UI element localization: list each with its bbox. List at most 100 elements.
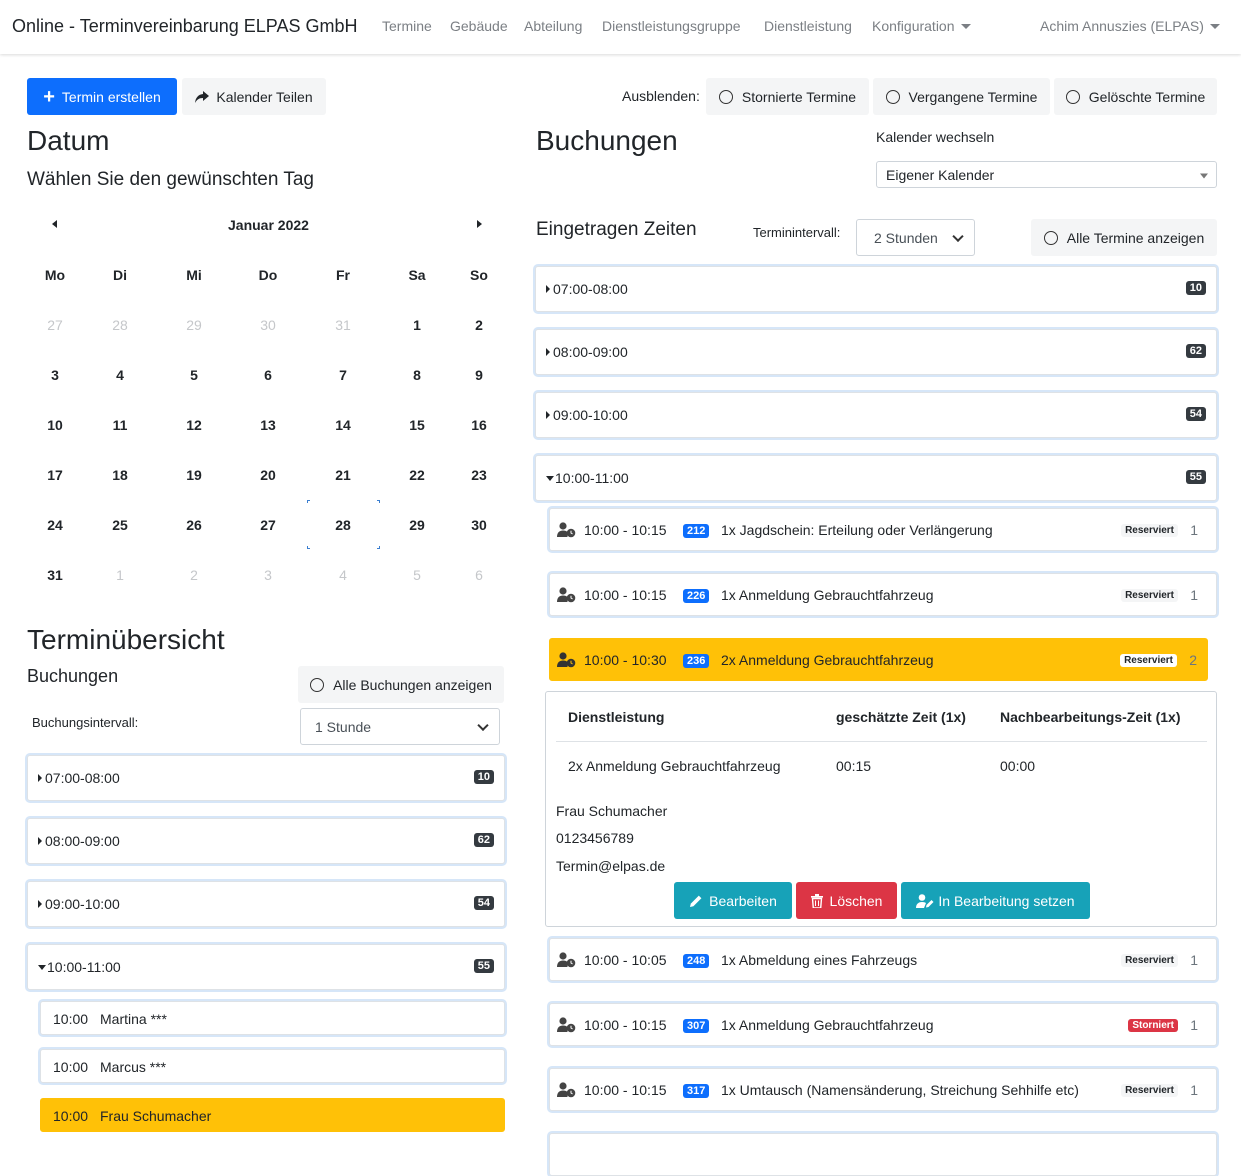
calendar-day[interactable]: 28 [323, 517, 363, 533]
booking-list-item[interactable]: 10:00 Marcus *** [40, 1049, 505, 1083]
radio-icon [885, 89, 900, 104]
nav-dienstleistung[interactable]: Dienstleistung [764, 18, 852, 34]
nav-konfiguration[interactable]: Konfiguration [872, 18, 971, 34]
appointment-interval-select[interactable]: 2 Stunden [856, 219, 975, 256]
calendar-day[interactable]: 11 [100, 417, 140, 433]
calendar-day[interactable]: 1 [100, 567, 140, 583]
hide-past-toggle[interactable]: Vergangene Termine [873, 78, 1050, 115]
calendar-day[interactable]: 18 [100, 467, 140, 483]
nav-dienstleistungsgruppe[interactable]: Dienstleistungsgruppe [602, 18, 741, 34]
calendar-day[interactable]: 31 [35, 567, 75, 583]
calendar-day[interactable]: 31 [323, 317, 363, 333]
booking-list-item-selected[interactable]: 10:00 Frau Schumacher [40, 1098, 505, 1132]
app-brand[interactable]: Online - Terminvereinbarung ELPAS GmbH [12, 16, 358, 37]
interval-1000[interactable]: 10:00-11:00 55 [535, 455, 1217, 501]
appointment-interval-value: 2 Stunden [874, 229, 938, 246]
create-appointment-button[interactable]: + Termin erstellen [27, 78, 177, 115]
show-all-bookings-toggle[interactable]: Alle Buchungen anzeigen [298, 666, 504, 703]
calendar-day[interactable]: 30 [459, 517, 499, 533]
overview-interval-0700[interactable]: 07:00-08:00 10 [27, 755, 505, 801]
interval-0700[interactable]: 07:00-08:00 10 [535, 266, 1217, 312]
calendar-day[interactable]: 17 [35, 467, 75, 483]
nav-abteilung[interactable]: Abteilung [524, 18, 582, 34]
interval-0800[interactable]: 08:00-09:00 62 [535, 329, 1217, 375]
calendar-day[interactable]: 12 [174, 417, 214, 433]
calendar-day[interactable]: 13 [248, 417, 288, 433]
nav-gebaeude[interactable]: Gebäude [450, 18, 508, 34]
calendar-day[interactable]: 30 [248, 317, 288, 333]
caret-down-icon [38, 965, 46, 970]
booking-list-item[interactable]: 10:00 Martina *** [40, 1001, 505, 1035]
trash-icon [810, 893, 823, 908]
status-badge: Reserviert [1121, 1084, 1178, 1097]
calendar-day[interactable]: 1 [397, 317, 437, 333]
appointment-detail-panel: Dienstleistung geschätzte Zeit (1x) Nach… [545, 691, 1217, 927]
booking-name: Marcus *** [100, 1059, 167, 1075]
appointment-row-selected[interactable]: 10:00 - 10:30 236 2x Anmeldung Gebraucht… [549, 638, 1208, 681]
appointment-row[interactable] [549, 1133, 1217, 1176]
calendar-day[interactable]: 29 [397, 517, 437, 533]
calendar-day[interactable]: 28 [100, 317, 140, 333]
calendar-day[interactable]: 21 [323, 467, 363, 483]
status-badge: Reserviert [1121, 524, 1178, 537]
appointment-row[interactable]: 10:00 - 10:05 248 1x Abmeldung eines Fah… [549, 938, 1217, 981]
booking-interval-label: Buchungsintervall: [32, 715, 139, 730]
calendar-day[interactable]: 8 [397, 367, 437, 383]
appointment-time: 10:00 - 10:15 [584, 1082, 667, 1098]
calendar-day[interactable]: 20 [248, 467, 288, 483]
calendar-day[interactable]: 23 [459, 467, 499, 483]
booking-interval-select[interactable]: 1 Stunde [300, 708, 500, 745]
calendar-day[interactable]: 7 [323, 367, 363, 383]
edit-button[interactable]: Bearbeiten [674, 882, 792, 919]
calendar-day[interactable]: 14 [323, 417, 363, 433]
calendar-day[interactable]: 22 [397, 467, 437, 483]
calendar-day[interactable]: 29 [174, 317, 214, 333]
calendar-day[interactable]: 24 [35, 517, 75, 533]
prev-month-icon[interactable] [52, 220, 57, 228]
hide-cancelled-toggle[interactable]: Stornierte Termine [706, 78, 869, 115]
status-badge: Reserviert [1120, 654, 1177, 667]
appointment-row[interactable]: 10:00 - 10:15 226 1x Anmeldung Gebraucht… [549, 573, 1217, 616]
calendar-day[interactable]: 5 [397, 567, 437, 583]
appointment-row[interactable]: 10:00 - 10:15 317 1x Umtausch (Namensänd… [549, 1068, 1217, 1111]
calendar-day[interactable]: 2 [174, 567, 214, 583]
calendar-day[interactable]: 10 [35, 417, 75, 433]
interval-count-badge: 62 [473, 833, 494, 847]
calendar-day[interactable]: 4 [100, 367, 140, 383]
calendar-day[interactable]: 25 [100, 517, 140, 533]
calendar-day[interactable]: 2 [459, 317, 499, 333]
calendar-day[interactable]: 3 [35, 367, 75, 383]
overview-interval-0900[interactable]: 09:00-10:00 54 [27, 881, 505, 927]
set-in-progress-button[interactable]: In Bearbeitung setzen [901, 882, 1090, 919]
hide-deleted-toggle[interactable]: Gelöschte Termine [1054, 78, 1217, 115]
share-calendar-button[interactable]: Kalender Teilen [182, 78, 326, 115]
calendar-day[interactable]: 27 [248, 517, 288, 533]
appointment-time: 10:00 - 10:15 [584, 522, 667, 538]
interval-count-badge: 10 [473, 770, 494, 784]
next-month-icon[interactable] [477, 220, 482, 228]
overview-interval-0800[interactable]: 08:00-09:00 62 [27, 818, 505, 864]
appointment-row[interactable]: 10:00 - 10:15 307 1x Anmeldung Gebraucht… [549, 1003, 1217, 1046]
nav-user-menu[interactable]: Achim Annuszies (ELPAS) [1040, 18, 1220, 34]
calendar-day[interactable]: 16 [459, 417, 499, 433]
calendar-select[interactable]: Eigener Kalender [876, 161, 1217, 188]
detail-col-time: geschätzte Zeit (1x) [836, 709, 966, 725]
show-all-appointments-toggle[interactable]: Alle Termine anzeigen [1031, 219, 1217, 256]
calendar-day[interactable]: 5 [174, 367, 214, 383]
calendar-day[interactable]: 27 [35, 317, 75, 333]
hide-cancelled-label: Stornierte Termine [741, 88, 857, 105]
calendar-day[interactable]: 6 [459, 567, 499, 583]
calendar-day[interactable]: 26 [174, 517, 214, 533]
delete-button[interactable]: Löschen [796, 882, 897, 919]
calendar-day[interactable]: 4 [323, 567, 363, 583]
calendar-day[interactable]: 6 [248, 367, 288, 383]
nav-termine[interactable]: Termine [382, 18, 432, 34]
status-badge: Reserviert [1121, 589, 1178, 602]
appointment-row[interactable]: 10:00 - 10:15 212 1x Jagdschein: Erteilu… [549, 508, 1217, 551]
calendar-day[interactable]: 15 [397, 417, 437, 433]
interval-0900[interactable]: 09:00-10:00 54 [535, 392, 1217, 438]
calendar-day[interactable]: 19 [174, 467, 214, 483]
calendar-day[interactable]: 9 [459, 367, 499, 383]
overview-interval-1000[interactable]: 10:00-11:00 55 [27, 944, 505, 990]
calendar-day[interactable]: 3 [248, 567, 288, 583]
